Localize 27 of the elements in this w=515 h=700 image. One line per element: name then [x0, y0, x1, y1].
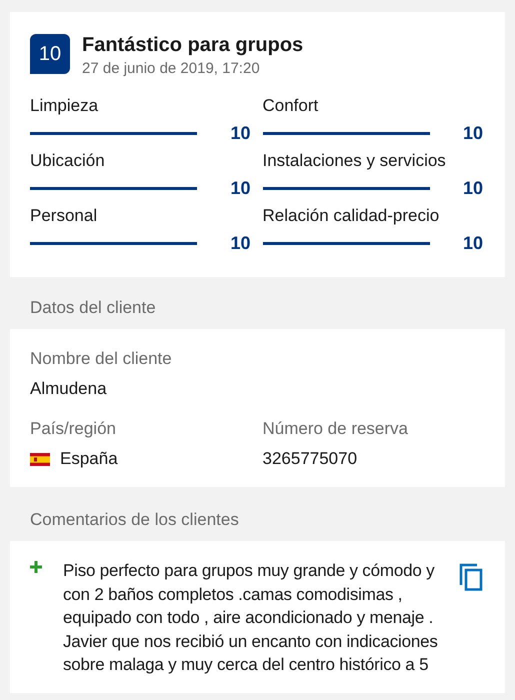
field-value: Almudena	[30, 378, 107, 400]
category-score: 10	[462, 122, 483, 144]
field-label: Nombre del cliente	[30, 348, 173, 370]
review-date: 27 de junio de 2019, 17:20	[82, 59, 261, 79]
copy-icon[interactable]	[459, 563, 483, 591]
category-label: Ubicación	[30, 150, 106, 172]
category-score: 10	[230, 122, 250, 144]
plus-icon	[30, 561, 42, 573]
category-score: 10	[462, 232, 483, 254]
category-score: 10	[462, 177, 483, 199]
comment-text: Piso perfecto para grupos muy grande y cómodo y con 2 baños completos .camas comodisimas , equipado con todo , aire acondicionado y menaje . Javier que nos recibió un encanto con indicaciones sobre malaga y muy cerca del centro histórico a 5	[63, 560, 439, 676]
category-label: Relación calidad-precio	[262, 205, 440, 227]
score-badge: 10	[30, 34, 70, 74]
category-score: 10	[230, 177, 250, 199]
section-heading: Comentarios de los clientes	[29, 509, 240, 531]
field-value: España	[60, 448, 118, 470]
field-value: 3265775070	[262, 448, 358, 470]
review-title: Fantástico para grupos	[82, 33, 304, 58]
section-heading: Datos del cliente	[29, 297, 157, 319]
field-label: País/región	[30, 418, 117, 440]
category-label: Confort	[262, 95, 320, 117]
category-label: Limpieza	[30, 95, 100, 117]
category-label: Personal	[30, 205, 98, 227]
flag-icon	[30, 452, 50, 466]
field-label: Número de reserva	[262, 418, 410, 440]
category-label: Instalaciones y servicios	[262, 150, 447, 172]
category-score: 10	[230, 232, 250, 254]
